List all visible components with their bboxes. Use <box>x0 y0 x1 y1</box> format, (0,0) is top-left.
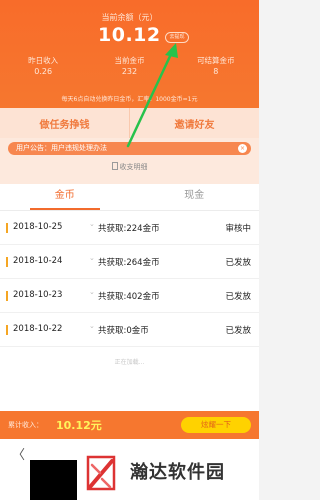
record-date: 2018-10-24 <box>13 256 63 266</box>
stat-yesterday-income: 昨日收入 0.26 <box>0 55 86 81</box>
stat-label: 可结算金币 <box>197 56 235 65</box>
tab-cash[interactable]: 现金 <box>130 184 260 210</box>
back-icon[interactable]: 〈 <box>12 444 25 463</box>
balance-header: 当前余额（元） 10.12 去提现 昨日收入 0.26 当前金币 232 可结算… <box>0 0 259 108</box>
chevron-down-icon: ⌄ <box>89 254 95 262</box>
announcement-text: 用户公告：用户违规处理办法 <box>16 144 107 152</box>
stat-value: 232 <box>121 67 138 76</box>
record-status: 已发放 <box>225 292 251 302</box>
income-details-link[interactable]: 收支明细 <box>0 162 259 172</box>
loading-indicator: 正在加载... <box>114 359 145 366</box>
balance-value: 10.12 <box>98 24 161 46</box>
record-row[interactable]: 2018-10-23 ⌄ 共获取:402金币 已发放 <box>0 279 259 313</box>
record-amount: 共获取:0金币 <box>98 326 149 336</box>
stat-settleable-coins: 可结算金币 8 <box>173 55 259 81</box>
stats-row: 昨日收入 0.26 当前金币 232 可结算金币 8 <box>0 55 259 81</box>
record-amount: 共获取:264金币 <box>98 258 160 268</box>
record-row[interactable]: 2018-10-24 ⌄ 共获取:264金币 已发放 <box>0 245 259 279</box>
watermark-logo-icon <box>86 455 116 491</box>
chevron-down-icon: ⌄ <box>89 288 95 296</box>
announcement-area: 用户公告：用户违规处理办法 × 收支明细 <box>0 138 259 184</box>
share-button[interactable]: 炫耀一下 <box>181 417 251 433</box>
record-status: 已发放 <box>225 326 251 336</box>
records-list: 2018-10-25 ⌄ 共获取:224金币 审核中 2018-10-24 ⌄ … <box>0 211 259 411</box>
close-icon[interactable]: × <box>238 144 247 153</box>
stat-value: 0.26 <box>34 67 53 76</box>
record-marker <box>6 257 8 267</box>
wallet-page: 当前余额（元） 10.12 去提现 昨日收入 0.26 当前金币 232 可结算… <box>0 0 259 500</box>
stat-label: 当前金币 <box>114 56 145 65</box>
stat-label: 昨日收入 <box>28 56 59 65</box>
stat-value: 8 <box>213 67 219 76</box>
record-row[interactable]: 2018-10-22 ⌄ 共获取:0金币 已发放 <box>0 313 259 347</box>
stat-current-coins: 当前金币 232 <box>86 55 172 81</box>
income-summary-bar: 累计收入： 10.12元 炫耀一下 <box>0 411 259 439</box>
watermark-text: 瀚达软件园 <box>130 462 225 483</box>
record-marker <box>6 223 8 233</box>
record-status: 审核中 <box>225 224 251 234</box>
tab-bar: 金币 现金 <box>0 184 259 210</box>
record-status: 已发放 <box>225 258 251 268</box>
announcement-banner[interactable]: 用户公告：用户违规处理办法 × <box>8 142 251 155</box>
income-details-label: 收支明细 <box>119 163 148 171</box>
do-tasks-button[interactable]: 做任务挣钱 <box>0 108 130 138</box>
record-date: 2018-10-23 <box>13 290 63 300</box>
redaction-box <box>30 460 77 500</box>
chevron-down-icon: ⌄ <box>89 220 95 228</box>
total-income-value: 10.12元 <box>56 419 102 432</box>
record-amount: 共获取:402金币 <box>98 292 160 302</box>
record-date: 2018-10-22 <box>13 324 63 334</box>
chevron-down-icon: ⌄ <box>89 322 95 330</box>
action-buttons: 做任务挣钱 邀请好友 <box>0 108 259 138</box>
record-date: 2018-10-25 <box>13 222 63 232</box>
record-amount: 共获取:224金币 <box>98 224 160 234</box>
tab-coins[interactable]: 金币 <box>0 184 130 210</box>
exchange-notice: 每天6点自动兑换昨日金币，汇率：1000金币=1元 <box>61 96 198 103</box>
document-icon <box>111 162 118 170</box>
bottom-nav: 〈 瀚达软件园 <box>0 439 259 500</box>
balance-label: 当前余额（元） <box>101 13 158 22</box>
total-income-label: 累计收入： <box>8 421 43 429</box>
record-marker <box>6 291 8 301</box>
record-row[interactable]: 2018-10-25 ⌄ 共获取:224金币 审核中 <box>0 211 259 245</box>
withdraw-button[interactable]: 去提现 <box>165 32 189 43</box>
invite-friends-button[interactable]: 邀请好友 <box>130 108 259 138</box>
record-marker <box>6 325 8 335</box>
